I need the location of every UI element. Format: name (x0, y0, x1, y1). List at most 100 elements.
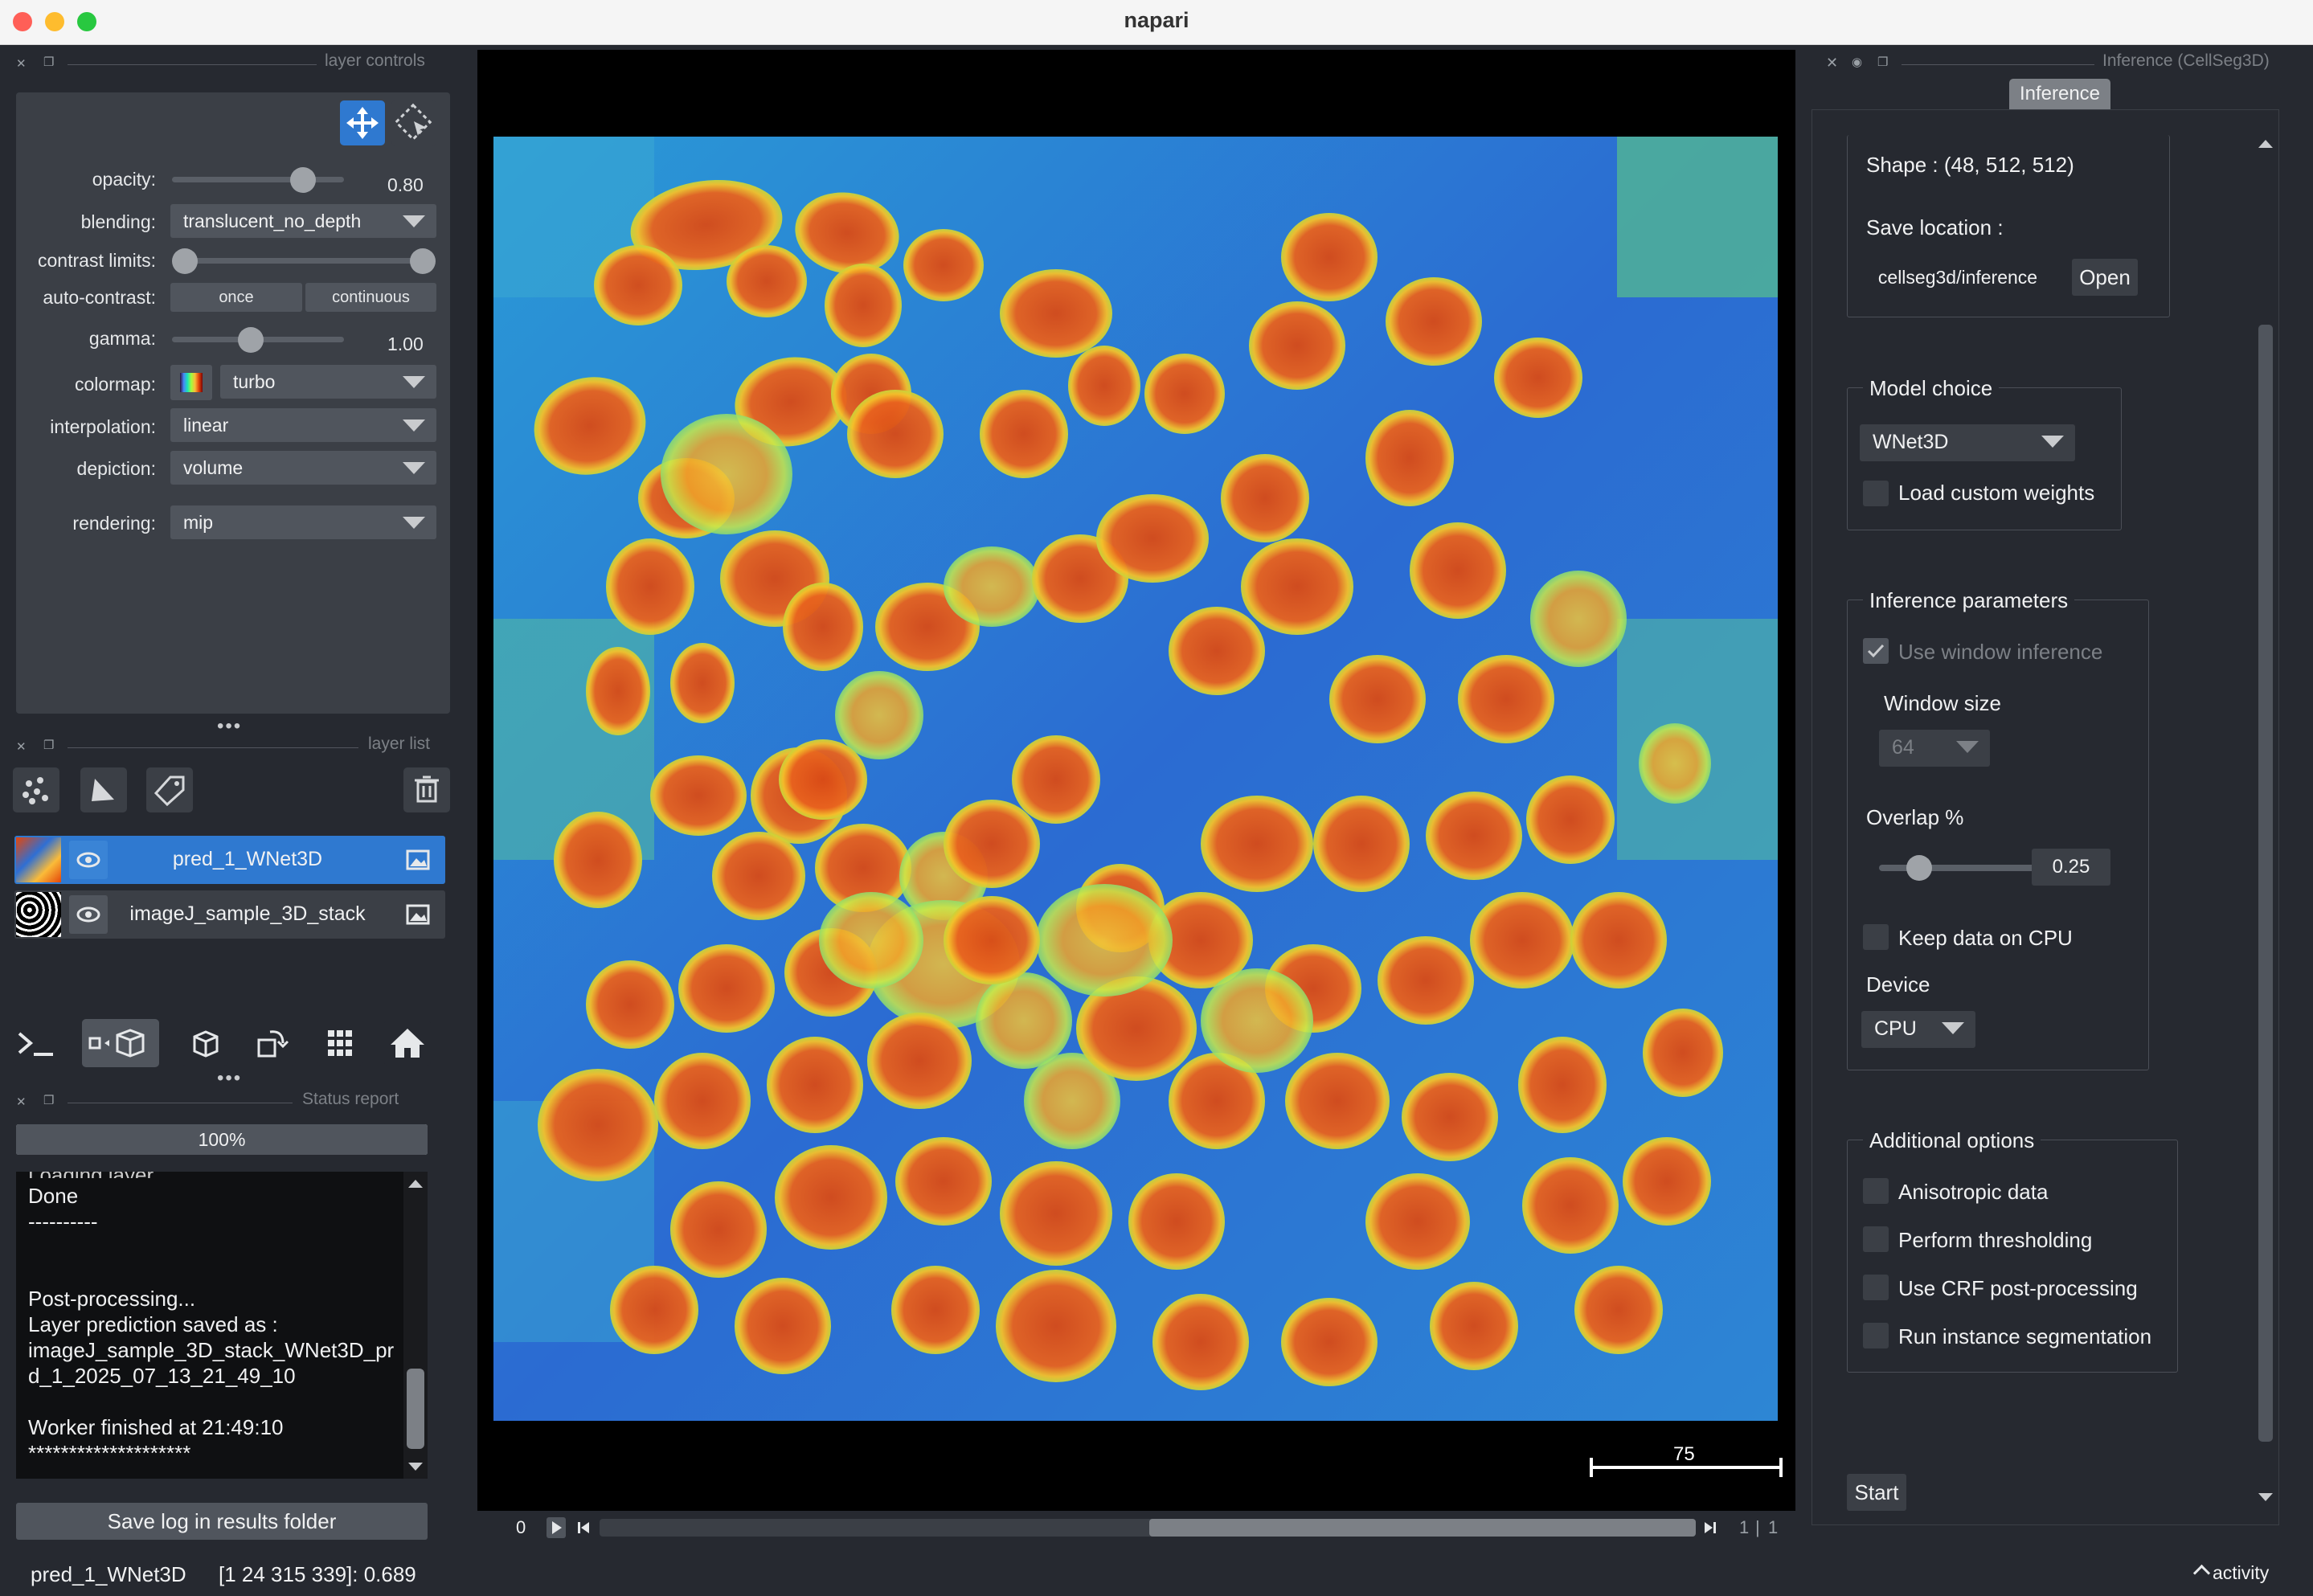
step-back-button[interactable] (575, 1519, 592, 1537)
cell-nucleus (1000, 1161, 1112, 1266)
save-log-button[interactable]: Save log in results folder (16, 1503, 428, 1540)
eye-icon (76, 852, 100, 868)
overlap-slider-handle[interactable] (1906, 855, 1932, 881)
cell-nucleus (996, 1270, 1116, 1382)
gamma-slider-handle[interactable] (238, 327, 264, 353)
cell-nucleus (1281, 1298, 1378, 1386)
plugin-scroll-handle[interactable] (2258, 325, 2273, 1442)
cell-nucleus (594, 245, 682, 325)
colormap-select[interactable]: turbo (220, 365, 436, 399)
scroll-down-icon[interactable] (2258, 1493, 2273, 1501)
start-button[interactable]: Start (1847, 1474, 1906, 1511)
splitter-handle[interactable]: ••• (217, 715, 242, 738)
save-location-field[interactable]: cellseg3d/inference (1866, 259, 2049, 296)
model-choice-title: Model choice (1863, 376, 2000, 401)
step-forward-button[interactable] (1702, 1519, 1718, 1537)
close-icon[interactable]: ✕ (1826, 55, 1838, 72)
overlap-label: Overlap % (1866, 805, 1964, 829)
interpolation-label: interpolation: (50, 416, 156, 437)
overlap-value-field[interactable]: 0.25 (2032, 849, 2110, 886)
chevron-down-icon (403, 462, 425, 474)
splitter-handle[interactable]: ••• (217, 1067, 242, 1090)
layer-name[interactable]: imageJ_sample_3D_stack (127, 902, 368, 926)
inference-params-group (1847, 600, 2149, 1070)
float-icon[interactable]: ❐ (1877, 55, 1888, 69)
rendering-select[interactable]: mip (170, 505, 436, 539)
play-button[interactable] (547, 1517, 566, 1538)
crf-checkbox[interactable] (1863, 1275, 1889, 1300)
layer-row-imagej-sample[interactable]: imageJ_sample_3D_stack (14, 890, 445, 939)
home-button[interactable] (384, 1021, 431, 1066)
cell-nucleus (735, 1278, 831, 1374)
depiction-select[interactable]: volume (170, 451, 436, 485)
custom-weights-checkbox[interactable] (1863, 481, 1889, 506)
dims-slider-handle[interactable] (1149, 1519, 1696, 1537)
delete-layer-button[interactable] (403, 767, 450, 812)
log-scroll-handle[interactable] (407, 1369, 424, 1449)
model-select[interactable]: WNet3D (1860, 424, 2075, 461)
cell-nucleus (538, 1069, 658, 1181)
contrast-min-handle[interactable] (172, 248, 198, 274)
depiction-value: volume (183, 457, 244, 478)
additional-options-title: Additional options (1863, 1128, 2041, 1153)
cell-nucleus (1313, 796, 1410, 892)
hide-icon[interactable]: ◉ (1852, 55, 1862, 69)
use-window-checkbox[interactable] (1863, 638, 1889, 664)
colormap-swatch (180, 373, 203, 392)
scroll-up-icon[interactable] (2258, 140, 2273, 148)
log-scrollbar[interactable] (403, 1172, 428, 1479)
volume-render[interactable] (493, 137, 1778, 1421)
console-button[interactable] (13, 1021, 59, 1066)
anisotropic-checkbox[interactable] (1863, 1178, 1889, 1204)
instance-seg-checkbox[interactable] (1863, 1323, 1889, 1348)
ndisplay-button[interactable] (82, 1019, 159, 1067)
float-icon[interactable]: ❐ (43, 1093, 54, 1107)
new-points-layer-button[interactable] (13, 767, 59, 812)
new-labels-layer-button[interactable] (146, 767, 193, 812)
roll-dims-button[interactable] (182, 1021, 228, 1066)
float-icon[interactable]: ❐ (43, 738, 54, 752)
contrast-max-handle[interactable] (410, 248, 436, 274)
visibility-toggle[interactable] (69, 895, 108, 934)
blending-select[interactable]: translucent_no_depth (170, 204, 436, 238)
auto-contrast-continuous-button[interactable]: continuous (305, 283, 436, 312)
activity-button[interactable]: activity (2192, 1562, 2269, 1584)
plugin-title: Inference (CellSeg3D) (2102, 51, 2270, 70)
dims-separator: | (1755, 1517, 1760, 1537)
cell-nucleus (1241, 538, 1353, 635)
visibility-toggle[interactable] (69, 841, 108, 879)
close-icon[interactable]: ✕ (16, 739, 27, 754)
window-size-select[interactable]: 64 (1879, 730, 1990, 767)
interpolation-select[interactable]: linear (170, 408, 436, 442)
keep-cpu-checkbox[interactable] (1863, 924, 1889, 950)
auto-contrast-once-button[interactable]: once (170, 283, 302, 312)
transform-button[interactable] (391, 100, 436, 145)
grid-view-button[interactable] (317, 1021, 363, 1066)
window-title: napari (1124, 8, 1189, 32)
open-button[interactable]: Open (2072, 259, 2138, 296)
colormap-preview[interactable] (170, 365, 212, 400)
dims-slider[interactable] (600, 1519, 1696, 1537)
new-shapes-layer-button[interactable] (80, 767, 127, 812)
window-size-label: Window size (1884, 691, 2001, 715)
plugin-scrollbar[interactable] (2255, 135, 2276, 1511)
status-log[interactable]: Loading layer Done---------- Post-process… (16, 1172, 428, 1479)
pan-zoom-button[interactable] (340, 100, 385, 145)
scroll-down-icon[interactable] (408, 1463, 423, 1471)
layer-thumbnail (16, 837, 61, 882)
log-line: Done (28, 1184, 79, 1208)
opacity-slider-handle[interactable] (290, 167, 316, 193)
transpose-dims-button[interactable] (249, 1021, 296, 1066)
tab-inference[interactable]: Inference (2009, 79, 2110, 109)
device-select[interactable]: CPU (1861, 1011, 1975, 1048)
status-report-title: Status report (302, 1090, 399, 1108)
float-icon[interactable]: ❐ (43, 55, 54, 69)
layer-name[interactable]: pred_1_WNet3D (127, 848, 368, 871)
layer-row-pred-1-wnet3d[interactable]: pred_1_WNet3D (14, 836, 445, 884)
thresholding-checkbox[interactable] (1863, 1226, 1889, 1252)
opacity-slider[interactable] (172, 177, 344, 182)
close-icon[interactable]: ✕ (16, 56, 27, 71)
contrast-limits-slider[interactable] (185, 258, 434, 264)
close-icon[interactable]: ✕ (16, 1095, 27, 1109)
scroll-up-icon[interactable] (408, 1180, 423, 1188)
